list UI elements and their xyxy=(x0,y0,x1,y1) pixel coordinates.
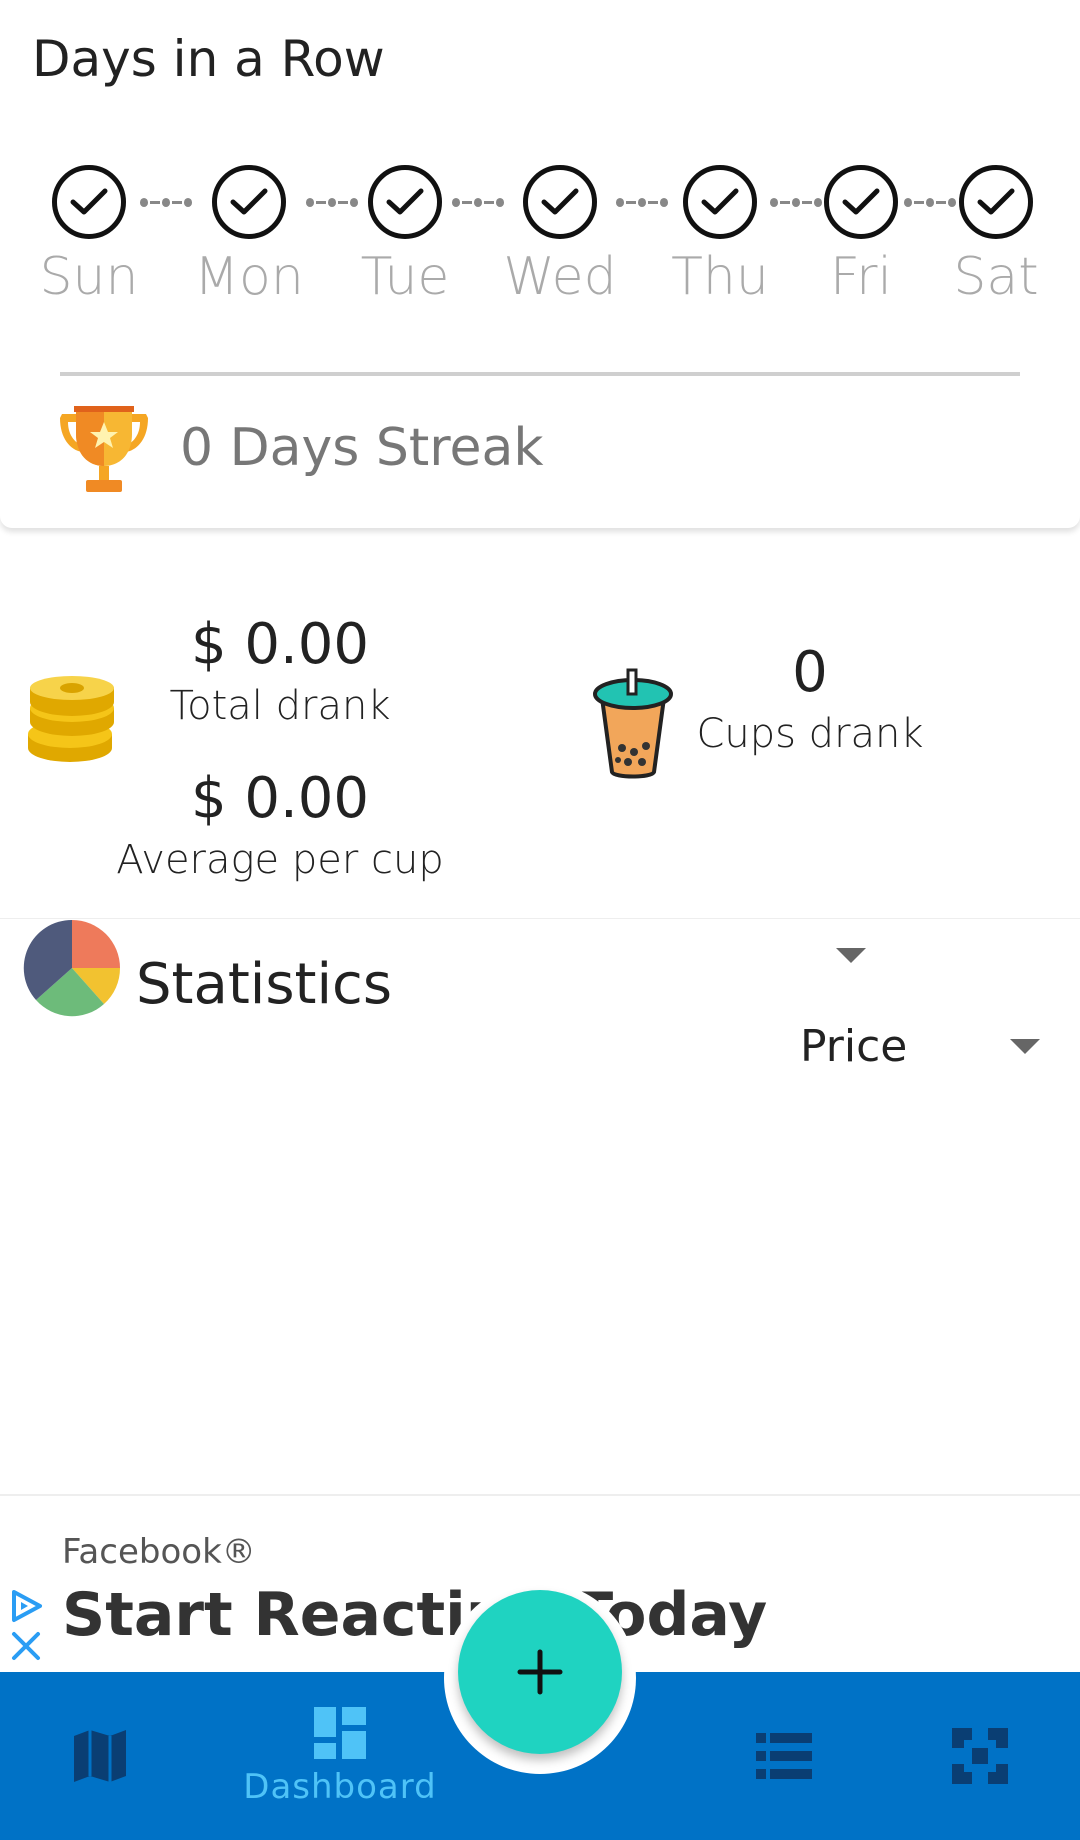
day-mon: Mon xyxy=(179,165,319,307)
ad-headline[interactable]: Start Reacting Today xyxy=(62,1580,767,1650)
ad-choices-icon[interactable] xyxy=(8,1588,44,1624)
days-row: Sun Mon Tue Wed Thu Fri Sat xyxy=(0,165,1080,315)
card-title: Days in a Row xyxy=(32,30,385,88)
day-fri: Fri xyxy=(791,165,931,307)
day-label: Sat xyxy=(953,247,1039,307)
section-divider xyxy=(0,918,1080,919)
metric-dropdown-value: Price xyxy=(800,1020,908,1072)
map-icon xyxy=(74,1730,126,1782)
day-label: Thu xyxy=(671,247,769,307)
average-per-cup-value: $ 0.00 xyxy=(190,766,370,831)
check-icon xyxy=(683,165,757,239)
cups-drank-block: 0 Cups drank xyxy=(690,640,930,757)
check-icon xyxy=(212,165,286,239)
pie-chart-icon xyxy=(23,919,121,1017)
day-label: Tue xyxy=(360,247,450,307)
day-sun: Sun xyxy=(19,165,159,307)
dropdown-arrow-icon xyxy=(1010,1038,1040,1054)
app-screen: Days in a Row Sun Mon Tue Wed Thu Fri Sa… xyxy=(0,0,1080,1840)
metric-dropdown[interactable]: Price xyxy=(800,1016,1040,1076)
day-label: Wed xyxy=(503,247,617,307)
nav-settings[interactable] xyxy=(930,1672,1030,1840)
day-wed: Wed xyxy=(490,165,630,307)
total-drank-value: $ 0.00 xyxy=(190,612,370,677)
day-sat: Sat xyxy=(926,165,1066,307)
day-label: Fri xyxy=(830,247,892,307)
nav-map[interactable] xyxy=(50,1672,150,1840)
trophy-icon xyxy=(60,406,148,492)
average-per-cup-block: $ 0.00 Average per cup xyxy=(100,766,460,883)
ad-close-icon[interactable] xyxy=(10,1630,42,1662)
cups-drank-value: 0 xyxy=(792,640,828,705)
total-drank-label: Total drank xyxy=(169,683,391,729)
period-dropdown[interactable] xyxy=(836,948,866,968)
streak-count: 0 Days Streak xyxy=(180,418,544,478)
day-thu: Thu xyxy=(650,165,790,307)
day-label: Sun xyxy=(39,247,139,307)
nav-dashboard[interactable]: Dashboard xyxy=(240,1672,440,1840)
add-drink-button[interactable] xyxy=(458,1590,622,1754)
day-label: Mon xyxy=(194,247,304,307)
check-icon xyxy=(523,165,597,239)
average-per-cup-label: Average per cup xyxy=(116,837,444,883)
dashboard-icon xyxy=(314,1707,366,1759)
check-icon xyxy=(368,165,442,239)
cups-drank-label: Cups drank xyxy=(696,711,924,757)
list-icon xyxy=(756,1733,812,1779)
check-icon xyxy=(52,165,126,239)
card-divider xyxy=(60,372,1020,376)
streak-card: Days in a Row Sun Mon Tue Wed Thu Fri Sa… xyxy=(0,0,1080,528)
day-tue: Tue xyxy=(335,165,475,307)
settings-icon xyxy=(952,1728,1008,1784)
nav-list[interactable] xyxy=(734,1672,834,1840)
nav-dashboard-label: Dashboard xyxy=(243,1767,437,1807)
check-icon xyxy=(959,165,1033,239)
dropdown-arrow-icon xyxy=(836,948,866,963)
boba-tea-icon xyxy=(593,668,673,779)
statistics-title: Statistics xyxy=(136,952,392,1017)
total-drank-block: $ 0.00 Total drank xyxy=(100,612,460,729)
plus-icon xyxy=(517,1649,563,1695)
ad-brand: Facebook® xyxy=(62,1532,256,1572)
check-icon xyxy=(824,165,898,239)
